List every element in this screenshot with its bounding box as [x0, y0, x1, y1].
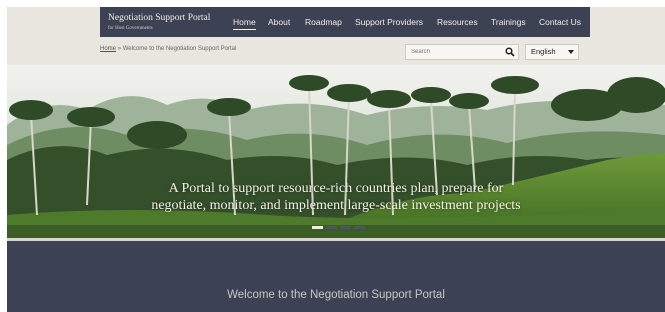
search-box [405, 44, 519, 60]
nav-about[interactable]: About [268, 7, 290, 37]
top-navbar: Negotiation Support Portal for Host Gove… [100, 7, 590, 37]
nav-active-underline [233, 29, 256, 30]
search-input[interactable] [406, 45, 507, 59]
nav-about-label: About [268, 17, 291, 27]
breadcrumb-separator: » [117, 46, 122, 52]
breadcrumb-home-link[interactable]: Home [100, 46, 116, 52]
carousel-dot-3[interactable] [340, 226, 351, 229]
nav-roadmap[interactable]: Roadmap [305, 7, 342, 37]
carousel-dot-1[interactable] [312, 226, 323, 229]
carousel-dot-2[interactable] [326, 226, 337, 229]
breadcrumb-current: Welcome to the Negotiation Support Porta… [122, 46, 237, 52]
nav-contact-us[interactable]: Contact Us [539, 7, 581, 37]
nav-trainings[interactable]: Trainings [491, 7, 526, 37]
nav-home[interactable]: Home [233, 7, 256, 37]
nav-support-providers-label: Support Providers [355, 17, 424, 27]
breadcrumb: Home » Welcome to the Negotiation Suppor… [100, 46, 236, 52]
carousel-dot-4[interactable] [354, 226, 365, 229]
nav-trainings-label: Trainings [491, 17, 526, 27]
nav-resources[interactable]: Resources [437, 7, 478, 37]
search-icon[interactable] [505, 47, 515, 57]
welcome-section: Welcome to the Negotiation Support Porta… [7, 241, 665, 312]
language-select-value: English [531, 47, 556, 56]
hero-caption-line-1: A Portal to support resource-rich countr… [168, 181, 504, 196]
hero-caption-line-2: negotiate, monitor, and implement large-… [151, 198, 521, 213]
hero-caption: A Portal to support resource-rich countr… [7, 180, 665, 214]
chevron-down-icon [568, 50, 574, 54]
nav-roadmap-label: Roadmap [305, 17, 342, 27]
nav-contact-us-label: Contact Us [539, 17, 582, 27]
site-logo[interactable]: Negotiation Support Portal for Host Gove… [108, 13, 211, 31]
nav-support-providers[interactable]: Support Providers [355, 7, 423, 37]
language-select[interactable]: English [525, 44, 579, 60]
nav-resources-label: Resources [437, 17, 478, 27]
welcome-heading: Welcome to the Negotiation Support Porta… [227, 289, 445, 301]
brand-subtitle: for Host Governments [108, 25, 153, 31]
nav-home-label: Home [233, 17, 256, 27]
brand-title: Negotiation Support Portal [108, 13, 211, 23]
hero-carousel: A Portal to support resource-rich countr… [7, 65, 665, 238]
page-frame: Negotiation Support Portal for Host Gove… [7, 7, 665, 312]
